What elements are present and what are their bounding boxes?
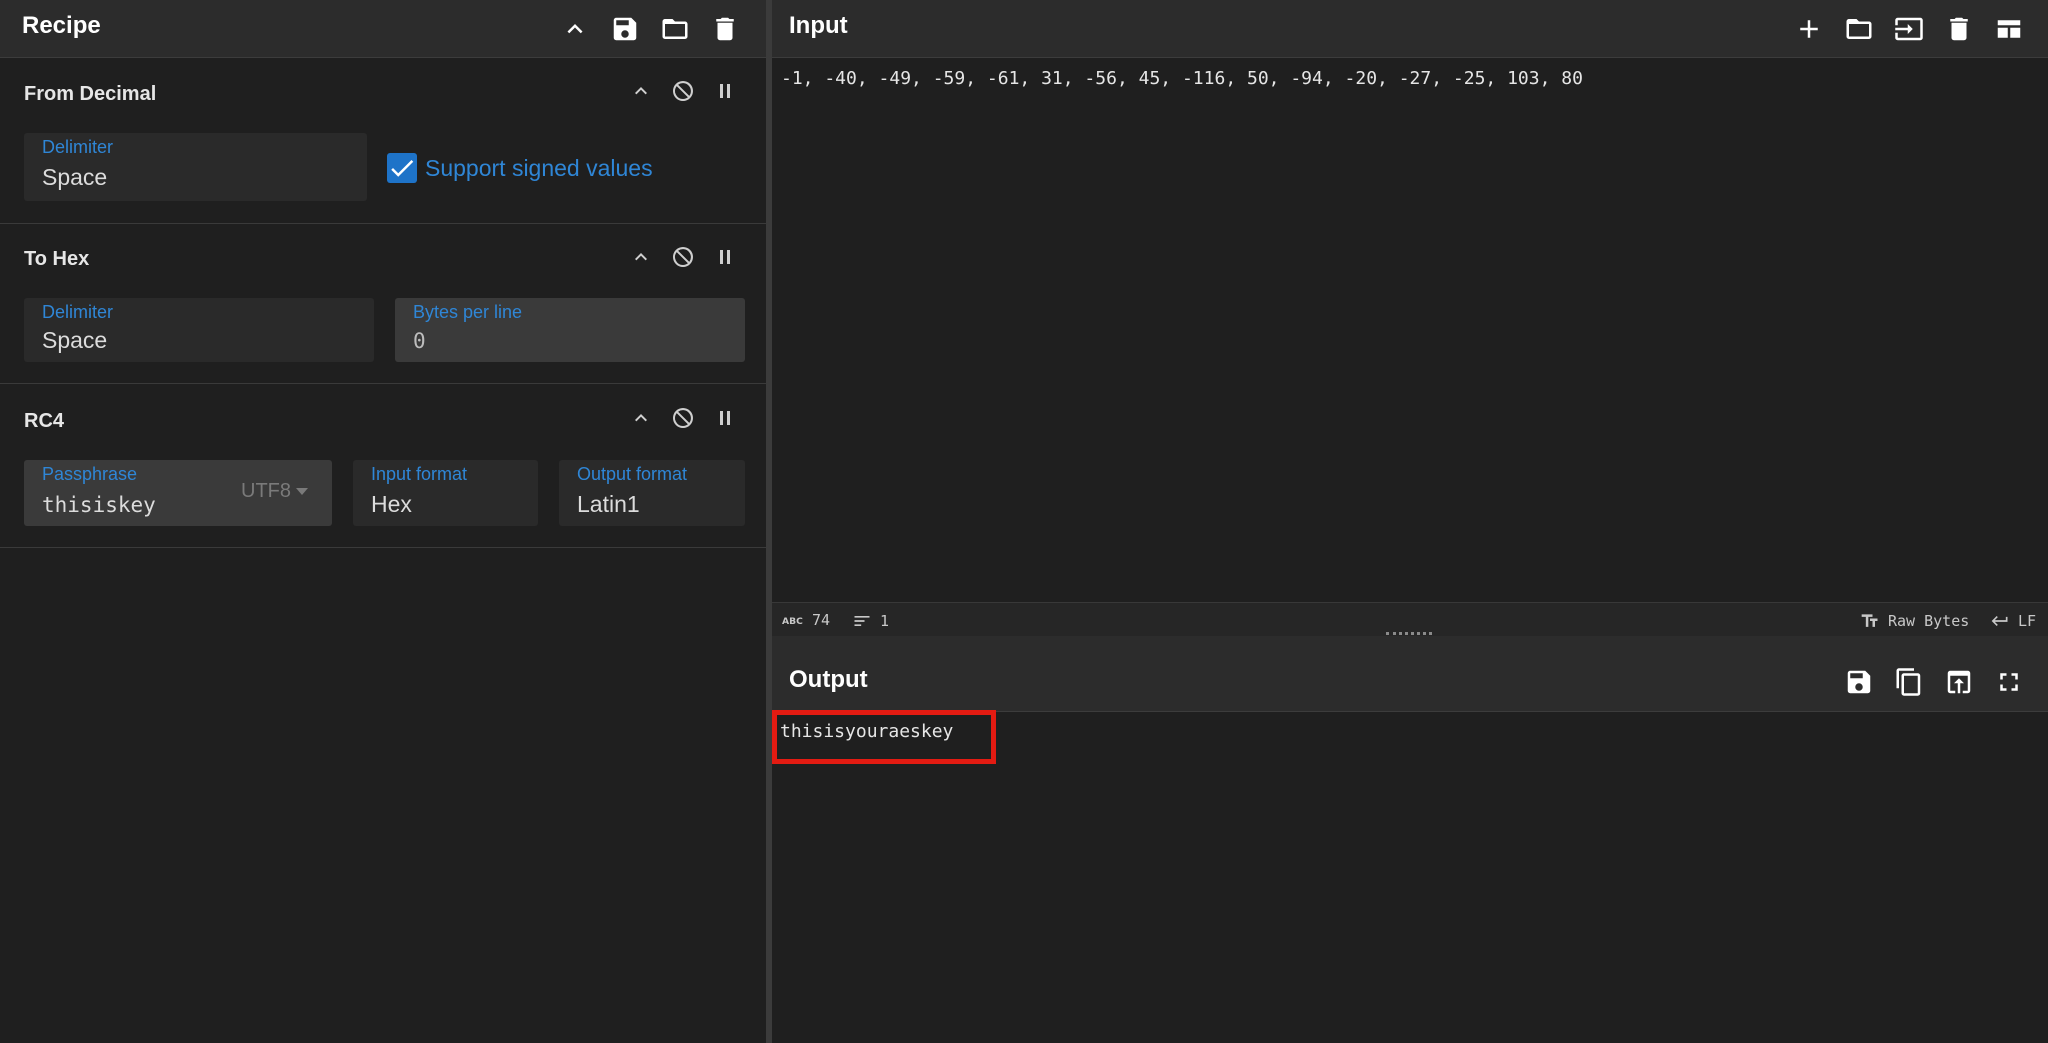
input-header: Input — [772, 0, 2048, 58]
operation-title: To Hex — [24, 248, 90, 270]
eol-value: LF — [2018, 612, 2037, 630]
recipe-toolbar — [550, 0, 750, 58]
field-value: thisiskey — [42, 493, 156, 517]
field-value: Hex — [371, 491, 412, 517]
copy-icon[interactable] — [1884, 659, 1934, 705]
length-value: 74 — [812, 611, 831, 629]
abc-icon: ABC — [782, 616, 803, 626]
output-format-field[interactable]: Output format Latin1 — [559, 460, 745, 526]
encoding-indicator[interactable]: Raw Bytes — [1860, 611, 1969, 631]
replace-input-icon[interactable] — [1934, 659, 1984, 705]
delimiter-field[interactable]: Delimiter Space — [24, 133, 367, 201]
input-arrow-icon[interactable] — [1884, 6, 1934, 52]
encoding-label: UTF8 — [241, 480, 291, 502]
fullscreen-icon[interactable] — [1984, 659, 2034, 705]
chevron-up-icon[interactable] — [550, 6, 600, 52]
operation-controls — [620, 75, 746, 107]
field-label: Passphrase — [42, 464, 138, 484]
add-icon[interactable] — [1784, 6, 1834, 52]
field-label: Delimiter — [42, 137, 114, 157]
field-label: Input format — [371, 464, 468, 484]
support-signed-checkbox[interactable] — [387, 153, 417, 183]
collapse-chevron-icon[interactable] — [620, 402, 662, 434]
caret-down-icon — [296, 488, 308, 496]
encoding-value: Raw Bytes — [1888, 612, 1970, 630]
text-format-icon — [1861, 614, 1878, 627]
return-arrow-icon — [1991, 616, 2008, 626]
delimiter-field[interactable]: Delimiter Space — [24, 298, 374, 362]
checkmark-icon — [391, 160, 414, 177]
output-panel: Output thisisyouraeskey — [772, 636, 2048, 1043]
trash-icon[interactable] — [700, 6, 750, 52]
operation-title: From Decimal — [24, 83, 157, 105]
length-indicator: ABC 74 — [782, 611, 830, 629]
collapse-chevron-icon[interactable] — [620, 75, 662, 107]
output-highlight-box — [772, 710, 996, 764]
svg-text:ABC: ABC — [782, 616, 803, 626]
recipe-title: Recipe — [22, 12, 101, 39]
operation-to-hex: To Hex Delimiter Space Bytes per line 0 — [0, 224, 766, 384]
recipe-header: Recipe — [0, 0, 766, 58]
recipe-panel: Recipe From Decimal Delimiter Space Supp… — [0, 0, 766, 1043]
disable-icon[interactable] — [662, 402, 704, 434]
bytes-per-line-field[interactable]: Bytes per line 0 — [395, 298, 745, 362]
input-panel: Input -1, -40, -49, -59, -61, 31, -56, 4… — [772, 0, 2048, 636]
operation-controls — [620, 402, 746, 434]
passphrase-encoding-dropdown[interactable]: UTF8 — [241, 480, 308, 503]
operation-title: RC4 — [24, 410, 65, 432]
field-value: Space — [42, 164, 108, 190]
disable-icon[interactable] — [662, 75, 704, 107]
disable-icon[interactable] — [662, 241, 704, 273]
trash-icon[interactable] — [1934, 6, 1984, 52]
operation-controls — [620, 241, 746, 273]
field-value: Space — [42, 327, 108, 353]
passphrase-field[interactable]: Passphrase thisiskey UTF8 — [24, 460, 332, 526]
input-text[interactable]: -1, -40, -49, -59, -61, 31, -56, 45, -11… — [781, 68, 1583, 89]
input-toolbar — [1784, 0, 2034, 58]
support-signed-label[interactable]: Support signed values — [425, 155, 653, 182]
input-title: Input — [789, 12, 848, 39]
eol-indicator[interactable]: LF — [1990, 611, 2036, 631]
layout-icon[interactable] — [1984, 6, 2034, 52]
operation-from-decimal: From Decimal Delimiter Space Support sig… — [0, 58, 766, 224]
lines-icon — [854, 616, 870, 626]
input-statusbar: ABC 74 1 Raw Bytes LF — [772, 602, 2048, 636]
input-format-field[interactable]: Input format Hex — [353, 460, 538, 526]
field-value: 0 — [413, 329, 426, 353]
lines-value: 1 — [880, 612, 890, 630]
save-icon[interactable] — [600, 6, 650, 52]
pause-icon[interactable] — [704, 75, 746, 107]
collapse-chevron-icon[interactable] — [620, 241, 662, 273]
field-label: Bytes per line — [413, 302, 523, 322]
output-header: Output — [772, 636, 2048, 712]
output-title: Output — [789, 666, 868, 693]
field-label: Output format — [577, 464, 688, 484]
save-icon[interactable] — [1834, 659, 1884, 705]
pause-icon[interactable] — [704, 402, 746, 434]
lines-indicator: 1 — [852, 611, 889, 631]
field-value: Latin1 — [577, 491, 640, 517]
folder-icon[interactable] — [650, 6, 700, 52]
pause-icon[interactable] — [704, 241, 746, 273]
operation-rc4: RC4 Passphrase thisiskey UTF8 Input form… — [0, 384, 766, 548]
open-folder-icon[interactable] — [1834, 6, 1884, 52]
output-toolbar — [1834, 644, 2034, 720]
field-label: Delimiter — [42, 302, 114, 322]
